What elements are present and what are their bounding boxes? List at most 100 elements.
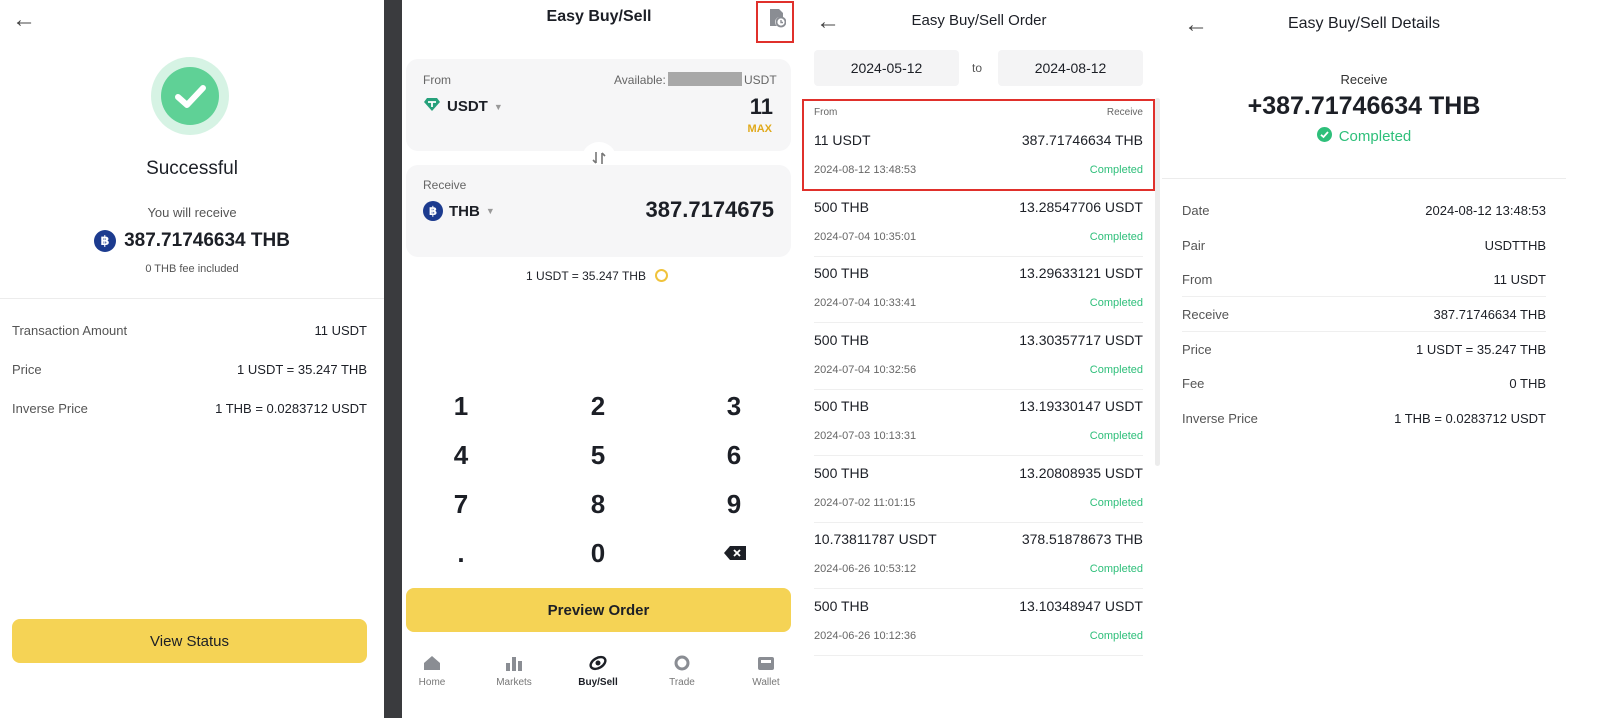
divider xyxy=(0,298,384,299)
backspace-icon[interactable] xyxy=(724,546,746,565)
check-circle-icon xyxy=(1316,127,1332,146)
key-2[interactable]: 2 xyxy=(548,391,648,422)
from-coin: USDT xyxy=(447,98,488,115)
order-from: 500 THB xyxy=(814,199,869,215)
success-check-icon xyxy=(161,67,219,125)
divider xyxy=(1182,296,1546,297)
receive-label: Receive xyxy=(1340,72,1388,87)
status-text: Completed xyxy=(1338,128,1412,145)
order-row[interactable]: 500 THB 13.29633121 USDT 2024-07-04 10:3… xyxy=(814,257,1143,323)
from-value: 11 USDT xyxy=(1493,272,1547,287)
order-status: Completed xyxy=(1089,430,1143,442)
date-label: Date xyxy=(1182,203,1210,218)
order-row[interactable]: 500 THB 13.28547706 USDT 2024-07-04 10:3… xyxy=(814,191,1143,257)
key-9[interactable]: 9 xyxy=(684,489,784,520)
easy-buy-sell-screen: Easy Buy/Sell From Available: USDT USDT … xyxy=(402,0,796,718)
nav-label: Home xyxy=(418,677,446,688)
refresh-timer-icon xyxy=(655,269,668,282)
nav-home[interactable]: Home xyxy=(402,655,462,688)
order-time: 2024-07-04 10:33:41 xyxy=(814,297,917,309)
inverse-price-label: Inverse Price xyxy=(12,401,88,416)
max-button[interactable]: MAX xyxy=(748,123,772,135)
order-status: Completed xyxy=(1089,630,1143,642)
receive-coin-selector[interactable]: ฿ THB ▼ xyxy=(423,201,495,221)
key-6[interactable]: 6 xyxy=(684,440,784,471)
view-status-button[interactable]: View Status xyxy=(12,619,367,663)
nav-label: Wallet xyxy=(752,677,780,688)
wallet-icon xyxy=(757,655,775,671)
date-from-input[interactable]: 2024-05-12 xyxy=(814,50,959,86)
order-receive: 13.10348947 USDT xyxy=(1019,598,1143,614)
order-receive: 378.51878673 THB xyxy=(1021,531,1143,547)
divider xyxy=(1162,178,1566,179)
baht-coin-icon: ฿ xyxy=(423,201,443,221)
trade-icon xyxy=(673,655,691,671)
receive-coin: THB xyxy=(449,202,480,220)
key-7[interactable]: 7 xyxy=(411,489,511,520)
price-label: Price xyxy=(12,362,42,377)
preview-order-button[interactable]: Preview Order xyxy=(406,588,791,632)
order-list-screen: ← Easy Buy/Sell Order 2024-05-12 to 2024… xyxy=(796,0,1162,718)
nav-label: Markets xyxy=(496,677,532,688)
from-label: From xyxy=(1182,272,1213,287)
order-time: 2024-07-04 10:32:56 xyxy=(814,364,917,376)
from-amount[interactable]: 11 xyxy=(750,94,773,120)
highlight-box xyxy=(802,99,1155,191)
order-receive: 13.29633121 USDT xyxy=(1019,265,1143,281)
chevron-down-icon: ▼ xyxy=(485,206,495,216)
order-status: Completed xyxy=(1089,497,1143,509)
order-time: 2024-07-03 10:13:31 xyxy=(814,430,917,442)
highlight-box xyxy=(756,1,794,43)
success-screen: ← Successful You will receive ฿ 387.7174… xyxy=(0,0,384,718)
receive-row-value: 387.71746634 THB xyxy=(1433,307,1546,322)
scrollbar[interactable] xyxy=(1155,98,1160,466)
back-arrow-icon[interactable]: ← xyxy=(12,8,36,32)
from-coin-selector[interactable]: USDT ▼ xyxy=(423,97,503,116)
order-row[interactable]: 500 THB 13.19330147 USDT 2024-07-03 10:1… xyxy=(814,390,1143,456)
price-value: 1 USDT = 35.247 THB xyxy=(237,362,367,377)
order-from: 500 THB xyxy=(814,398,869,414)
receive-amount: 387.71746634 THB xyxy=(124,230,290,251)
transaction-amount-value: 11 USDT xyxy=(314,323,368,338)
order-time: 2024-07-04 10:35:01 xyxy=(814,231,917,243)
transaction-amount-label: Transaction Amount xyxy=(12,323,128,338)
receive-amount-row: ฿ 387.71746634 THB xyxy=(0,230,384,252)
order-receive: 13.28547706 USDT xyxy=(1019,199,1143,215)
fee-note: 0 THB fee included xyxy=(145,263,239,275)
order-row[interactable]: 500 THB 13.10348947 USDT 2024-06-26 10:1… xyxy=(814,590,1143,656)
order-status: Completed xyxy=(1089,563,1143,575)
nav-buy-sell[interactable]: Buy/Sell xyxy=(568,655,628,688)
date-to-input[interactable]: 2024-08-12 xyxy=(998,50,1143,86)
from-label: From xyxy=(423,73,451,87)
order-from: 500 THB xyxy=(814,332,869,348)
order-row[interactable]: 10.73811787 USDT 378.51878673 THB 2024-0… xyxy=(814,523,1143,589)
order-row[interactable]: 500 THB 13.20808935 USDT 2024-07-02 11:0… xyxy=(814,457,1143,523)
markets-icon xyxy=(505,655,523,671)
inverse-price-value: 1 THB = 0.0283712 USDT xyxy=(1394,411,1546,426)
success-title: Successful xyxy=(146,158,238,179)
order-details-screen: ← Easy Buy/Sell Details Receive +387.717… xyxy=(1162,0,1600,718)
order-from: 500 THB xyxy=(814,465,869,481)
key-5[interactable]: 5 xyxy=(548,440,648,471)
nav-wallet[interactable]: Wallet xyxy=(736,655,796,688)
key-0[interactable]: 0 xyxy=(548,538,648,569)
inverse-price-value: 1 THB = 0.0283712 USDT xyxy=(215,401,367,416)
date-value: 2024-08-12 13:48:53 xyxy=(1425,203,1546,218)
key-8[interactable]: 8 xyxy=(548,489,648,520)
receive-label: Receive xyxy=(423,178,467,192)
nav-trade[interactable]: Trade xyxy=(652,655,712,688)
home-icon xyxy=(423,655,441,671)
nav-label: Trade xyxy=(669,677,695,688)
price-label: Price xyxy=(1182,342,1212,357)
order-row[interactable]: 500 THB 13.30357717 USDT 2024-07-04 10:3… xyxy=(814,324,1143,390)
receive-row-label: Receive xyxy=(1182,307,1229,322)
nav-markets[interactable]: Markets xyxy=(484,655,544,688)
chevron-down-icon: ▼ xyxy=(493,101,503,112)
order-status: Completed xyxy=(1089,231,1143,243)
receive-label: You will receive xyxy=(147,205,237,220)
key-decimal[interactable]: . xyxy=(411,538,511,569)
divider xyxy=(1182,331,1546,332)
key-3[interactable]: 3 xyxy=(684,391,784,422)
key-4[interactable]: 4 xyxy=(411,440,511,471)
key-1[interactable]: 1 xyxy=(411,391,511,422)
